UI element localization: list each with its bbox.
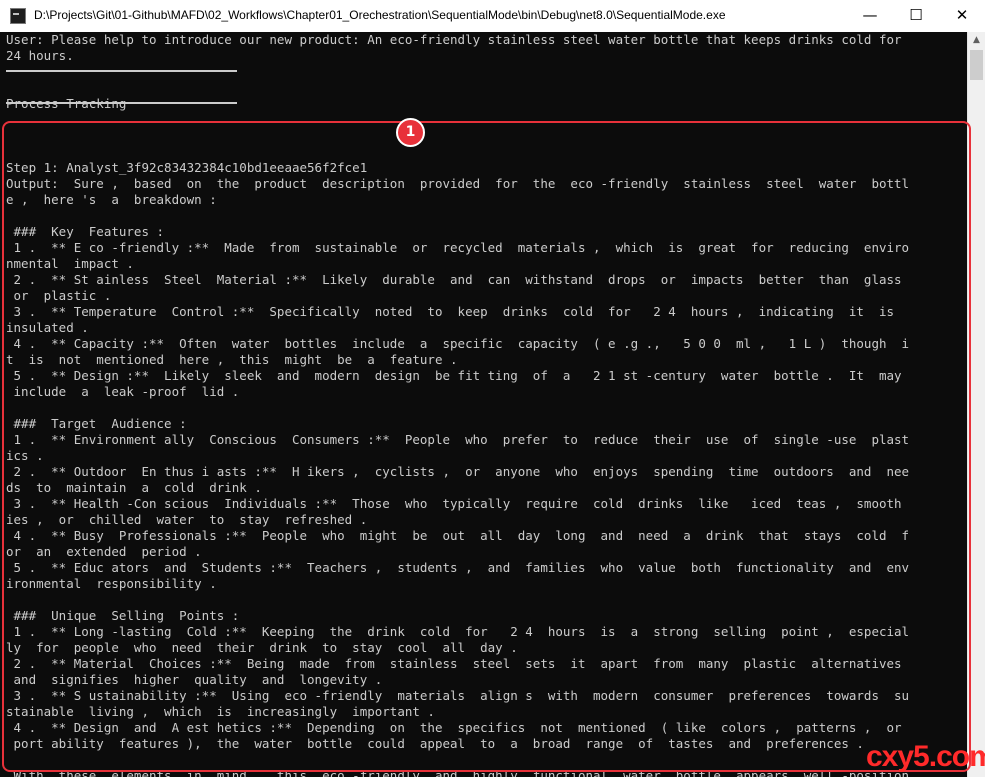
console-line: Output: Sure , based on the product desc… (6, 176, 910, 191)
console-line: port ability features ), the water bottl… (6, 736, 864, 751)
console-line: 1 . ** Environment ally Conscious Consum… (6, 432, 910, 447)
console-line: Process Tracking (6, 96, 909, 112)
console-line: 1 . ** E co -friendly :** Made from sust… (6, 240, 910, 255)
console-line: ds to maintain a cold drink . (6, 480, 262, 495)
console-line: include a leak -proof lid . (6, 384, 240, 399)
vertical-scrollbar[interactable]: ▲ (967, 32, 985, 777)
console-line: 2 . ** St ainless Steel Material :** Lik… (6, 272, 902, 287)
console-line: User: Please help to introduce our new p… (6, 32, 902, 47)
console-line: 3 . ** S ustainability :** Using eco -fr… (6, 688, 910, 703)
console-output-area[interactable]: User: Please help to introduce our new p… (0, 32, 967, 777)
console-line: 3 . ** Temperature Control :** Specifica… (6, 304, 895, 319)
console-line: With these elements in mind , this eco -… (6, 768, 910, 777)
maximize-button[interactable]: ☐ (893, 0, 939, 31)
console-line: 1 . ** Long -lasting Cold :** Keeping th… (6, 624, 910, 639)
minimize-button[interactable]: — (847, 0, 893, 31)
console-line: 4 . ** Capacity :** Often water bottles … (6, 336, 910, 351)
scrollbar-thumb[interactable] (970, 50, 983, 80)
console-line: ironmental responsibility . (6, 576, 217, 591)
watermark: cxy5.com (866, 740, 985, 773)
console-line: nmental impact . (6, 256, 134, 271)
console-line: e , here 's a breakdown : (6, 192, 217, 207)
console-line: stainable living , which is increasingly… (6, 704, 435, 719)
window-title: D:\Projects\Git\01-Github\MAFD\02_Workfl… (34, 8, 726, 22)
separator-line (6, 102, 237, 104)
console-line: 4 . ** Busy Professionals :** People who… (6, 528, 910, 543)
console-line: ### Unique Selling Points : (6, 608, 240, 623)
separator-line (6, 70, 237, 72)
console-line: or plastic . (6, 288, 112, 303)
title-bar[interactable]: D:\Projects\Git\01-Github\MAFD\02_Workfl… (0, 0, 985, 33)
console-line: 4 . ** Design and A est hetics :** Depen… (6, 720, 902, 735)
console-line: insulated . (6, 320, 89, 335)
console-line: 3 . ** Health -Con scious Individuals :*… (6, 496, 902, 511)
console-line: ics . (6, 448, 44, 463)
close-button[interactable]: ✕ (939, 0, 985, 31)
console-line: 2 . ** Outdoor En thus i asts :** H iker… (6, 464, 910, 479)
console-text: User: Please help to introduce our new p… (6, 32, 909, 777)
console-line: or an extended period . (6, 544, 202, 559)
console-line: 5 . ** Educ ators and Students :** Teach… (6, 560, 910, 575)
scroll-up-arrow-icon[interactable]: ▲ (968, 32, 985, 49)
console-line: Step 1: Analyst_3f92c83432384c10bd1eeaae… (6, 160, 368, 175)
console-line: ies , or chilled water to stay refreshed… (6, 512, 368, 527)
console-line: and signifies higher quality and longevi… (6, 672, 383, 687)
console-line: 2 . ** Material Choices :** Being made f… (6, 656, 902, 671)
console-line: ### Key Features : (6, 224, 165, 239)
annotation-badge: 1 (396, 118, 425, 147)
console-line: ly for people who need their drink to st… (6, 640, 518, 655)
console-app-icon (10, 8, 26, 24)
console-line: t is not mentioned here , this might be … (6, 352, 458, 367)
console-line: ### Target Audience : (6, 416, 187, 431)
console-line: 5 . ** Design :** Likely sleek and moder… (6, 368, 902, 383)
console-line: 24 hours. (6, 48, 74, 63)
console-window: D:\Projects\Git\01-Github\MAFD\02_Workfl… (0, 0, 985, 777)
